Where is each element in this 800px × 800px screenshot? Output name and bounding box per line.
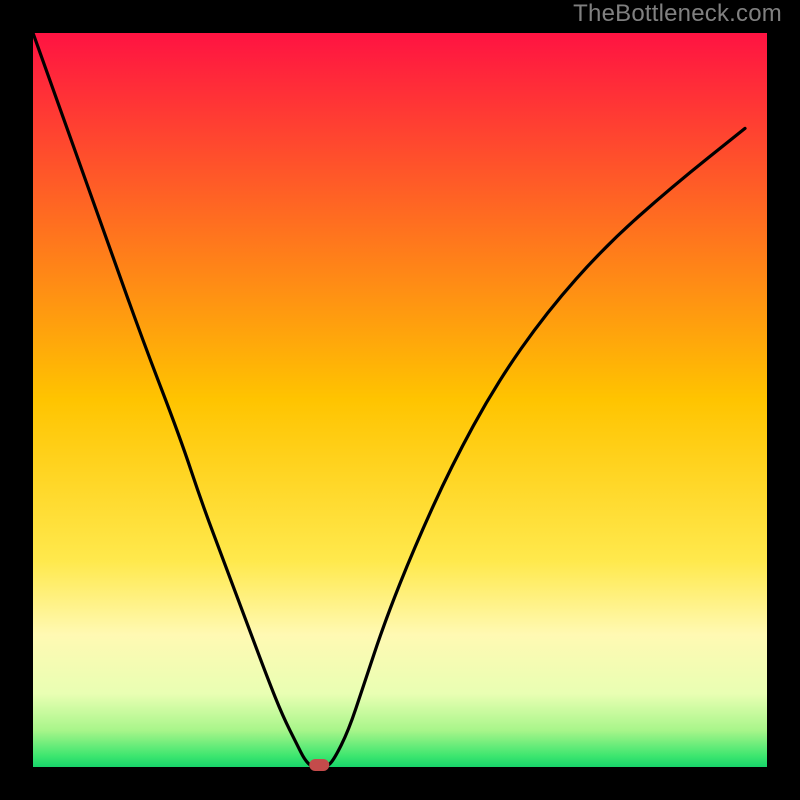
- chart-frame: TheBottleneck.com: [0, 0, 800, 800]
- bottleneck-chart: [0, 0, 800, 800]
- optimal-point-marker: [309, 759, 329, 771]
- watermark-text: TheBottleneck.com: [573, 0, 782, 28]
- gradient-background: [33, 33, 767, 767]
